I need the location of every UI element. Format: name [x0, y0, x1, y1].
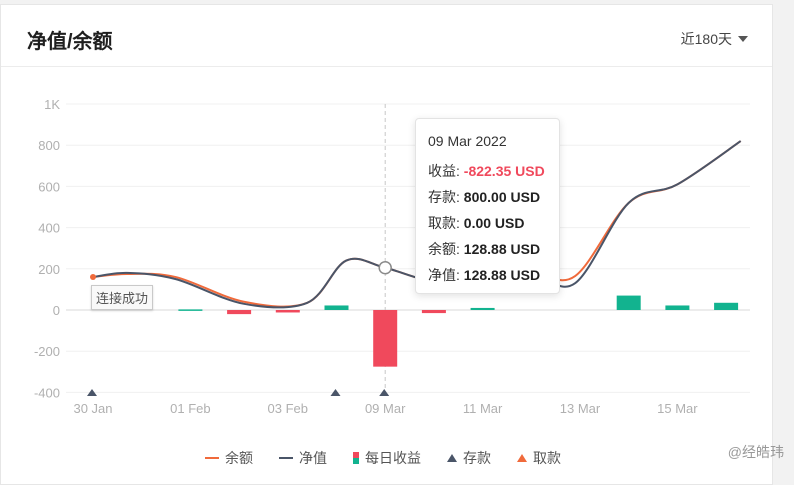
tooltip-value: 128.88 USD — [463, 241, 541, 257]
legend-label: 净值 — [299, 450, 327, 466]
x-tick-label: 15 Mar — [657, 401, 698, 416]
bar-icon — [353, 452, 359, 464]
tooltip-label: 余额: — [428, 241, 460, 257]
y-tick-label: 800 — [38, 138, 60, 153]
daily-profit-bar — [665, 305, 690, 310]
daily-profit-bar — [275, 310, 300, 313]
x-tick-label: 01 Feb — [170, 401, 210, 416]
legend-label: 取款 — [533, 450, 561, 466]
daily-profit-bar — [178, 309, 203, 311]
legend-item-equity[interactable]: 净值 — [279, 448, 327, 468]
legend-item-daily-profit[interactable]: 每日收益 — [353, 448, 421, 468]
y-tick-label: 600 — [38, 179, 60, 194]
y-tick-label: 400 — [38, 221, 60, 236]
x-tick-label: 13 Mar — [560, 401, 601, 416]
x-tick-label: 11 Mar — [463, 401, 503, 416]
tooltip-row-balance: 余额: 128.88 USD — [428, 236, 547, 262]
tooltip-label: 存款: — [428, 189, 460, 205]
tooltip-value: -822.35 USD — [463, 163, 545, 179]
tooltip-value: 128.88 USD — [463, 267, 541, 283]
y-tick-label: 1K — [44, 97, 60, 112]
daily-profit-bar — [421, 310, 446, 314]
daily-profit-bar — [324, 305, 349, 310]
tooltip-label: 取款: — [428, 215, 460, 231]
daily-profit-bar — [616, 295, 641, 310]
tooltip-row-profit: 收益: -822.35 USD — [428, 158, 547, 184]
tooltip-value: 0.00 USD — [463, 215, 525, 231]
balance-start-point — [90, 274, 96, 281]
connection-status-toast: 连接成功 — [91, 285, 154, 310]
legend-item-balance[interactable]: 余额 — [205, 448, 253, 468]
watermark: @经皓玮 — [727, 444, 784, 460]
y-tick-label: -400 — [34, 385, 60, 400]
y-tick-label: 0 — [53, 303, 60, 318]
legend-item-deposit[interactable]: 存款 — [447, 448, 491, 468]
tooltip-value: 800.00 USD — [463, 189, 541, 205]
legend-label: 每日收益 — [365, 450, 421, 466]
daily-profit-bar — [227, 310, 252, 315]
y-tick-label: 200 — [38, 262, 60, 277]
tooltip-row-withdraw: 取款: 0.00 USD — [428, 210, 547, 236]
hover-point — [378, 261, 392, 275]
daily-profit-bar — [470, 307, 495, 310]
tooltip-date: 09 Mar 2022 — [428, 133, 507, 149]
daily-profit-bar — [373, 310, 398, 367]
x-tick-label: 30 Jan — [73, 401, 112, 416]
equity-line-icon — [279, 457, 293, 459]
legend-label: 余额 — [225, 450, 253, 466]
tooltip-row-equity: 净值: 128.88 USD — [428, 262, 547, 288]
balance-line-icon — [205, 457, 219, 459]
tooltip-row-deposit: 存款: 800.00 USD — [428, 184, 547, 210]
tooltip-label: 收益: — [428, 163, 460, 179]
legend-item-withdraw[interactable]: 取款 — [517, 448, 561, 468]
daily-profit-bar — [714, 302, 739, 310]
x-tick-label: 03 Feb — [268, 401, 308, 416]
triangle-icon — [517, 454, 527, 462]
net-value-chart[interactable]: -400 -200 0 200 400 600 800 1K 30 Jan 01 Feb 03 Fe… — [0, 0, 794, 485]
triangle-icon — [447, 454, 457, 462]
chart-tooltip: 09 Mar 2022 收益: -822.35 USD 存款: 800.00 U… — [415, 118, 560, 294]
chart-legend: 余额 净值 每日收益 存款 取款 — [205, 448, 561, 468]
y-tick-label: -200 — [34, 344, 60, 359]
tooltip-label: 净值: — [428, 267, 460, 283]
legend-label: 存款 — [463, 450, 491, 466]
x-tick-label: 09 Mar — [365, 401, 406, 416]
